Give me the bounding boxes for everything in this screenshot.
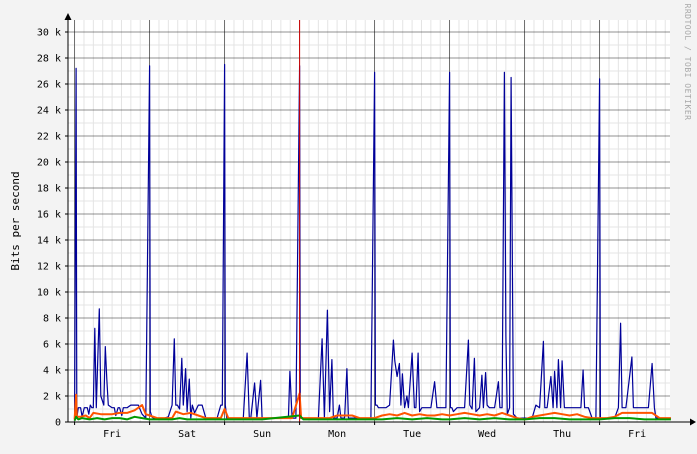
watermark: RRDTOOL / TOBI OETIKER xyxy=(683,4,692,121)
y-tick-label: 14 k xyxy=(37,236,61,247)
x-tick-label: Tue xyxy=(403,429,421,440)
x-tick-label: Sat xyxy=(178,429,196,440)
y-tick-label: 20 k xyxy=(37,158,61,169)
y-tick-label: 4 k xyxy=(43,366,61,377)
x-tick-label: Fri xyxy=(103,429,121,440)
y-tick-label: 24 k xyxy=(37,106,61,117)
y-tick-label: 8 k xyxy=(43,314,61,325)
y-tick-label: 30 k xyxy=(37,28,61,39)
y-tick-label: 0 xyxy=(55,418,61,429)
y-tick-label: 6 k xyxy=(43,340,61,351)
x-tick-label: Mon xyxy=(328,429,346,440)
x-tick-label: Fri xyxy=(628,429,646,440)
x-tick-label: Thu xyxy=(553,429,571,440)
x-tick-label: Sun xyxy=(253,429,271,440)
plot-area xyxy=(68,20,670,422)
x-tick-label: Wed xyxy=(478,429,496,440)
y-tick-label: 12 k xyxy=(37,262,61,273)
y-tick-label: 28 k xyxy=(37,54,61,65)
y-tick-label: 16 k xyxy=(37,210,61,221)
y-axis-title: Bits per second xyxy=(9,171,22,270)
traffic-chart: 0 2 k 4 k 6 k 8 k 10 k 12 k 14 k 16 k 18 k 20 k 22 … xyxy=(0,0,697,454)
y-tick-label: 26 k xyxy=(37,80,61,91)
y-tick-label: 10 k xyxy=(37,288,61,299)
y-tick-label: 18 k xyxy=(37,184,61,195)
y-tick-label: 2 k xyxy=(43,392,61,403)
y-tick-label: 22 k xyxy=(37,132,61,143)
